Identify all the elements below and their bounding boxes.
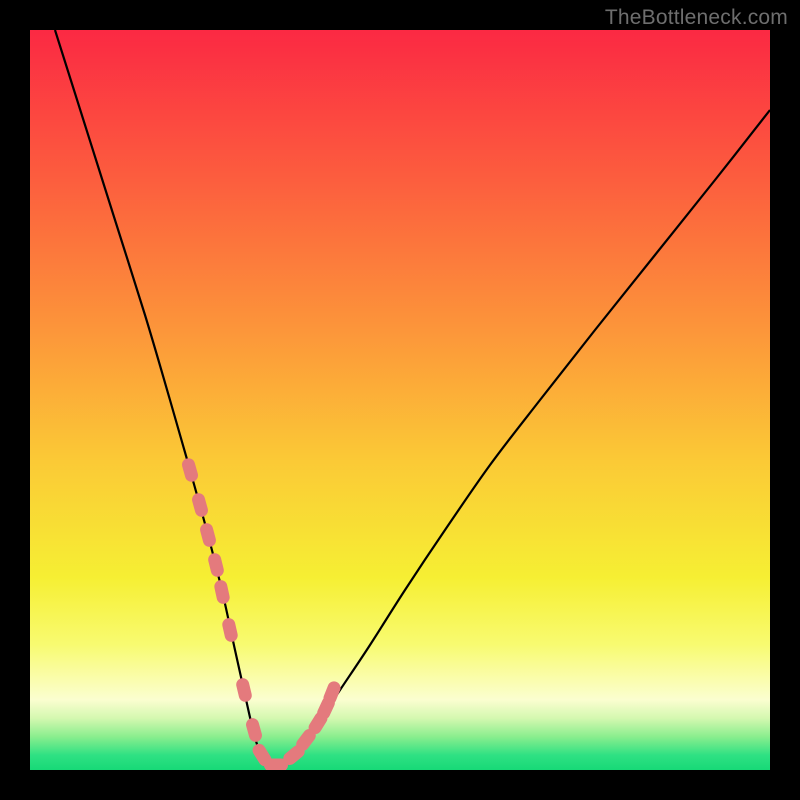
bottleneck-curve	[55, 30, 770, 767]
marker-pill	[207, 552, 225, 578]
marker-pill	[213, 579, 231, 605]
marker-pill	[221, 617, 239, 643]
marker-pill	[245, 717, 264, 744]
plot-area	[30, 30, 770, 770]
highlighted-points	[180, 457, 342, 770]
marker-pill	[199, 522, 218, 549]
watermark-text: TheBottleneck.com	[605, 6, 788, 30]
marker-pill	[191, 492, 210, 519]
marker-pill	[235, 677, 253, 703]
marker-pill	[180, 457, 199, 484]
curve-layer	[30, 30, 770, 770]
chart-container: TheBottleneck.com	[0, 0, 800, 800]
